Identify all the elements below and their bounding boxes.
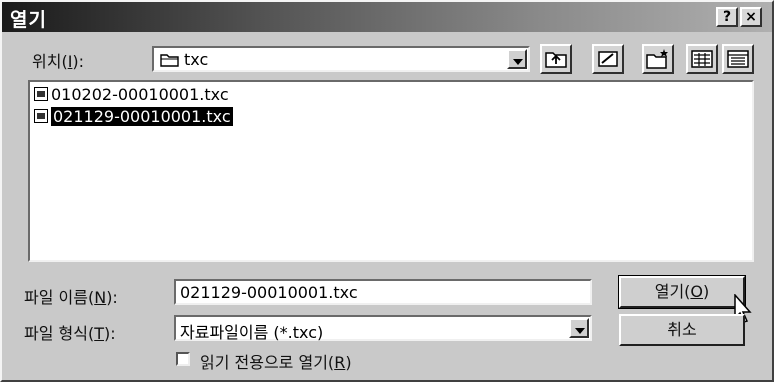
desktop-icon xyxy=(598,51,618,67)
location-value: txc xyxy=(184,50,209,69)
details-view-icon xyxy=(727,50,749,68)
file-item[interactable]: 010202-00010001.txc xyxy=(34,84,229,104)
up-folder-icon xyxy=(545,52,567,68)
new-folder-button[interactable] xyxy=(642,44,674,74)
location-combo[interactable]: txc xyxy=(152,46,530,72)
location-label: 위치(I): xyxy=(32,52,85,71)
cancel-button[interactable]: 취소 xyxy=(619,314,745,346)
filetype-dropdown-button[interactable] xyxy=(569,318,589,338)
filename-value: 021129-00010001.txc xyxy=(180,283,358,302)
filename-label: 파일 이름(N): xyxy=(24,288,118,307)
up-one-level-button[interactable] xyxy=(540,44,572,74)
file-list[interactable]: 010202-00010001.txc 021129-00010001.txc xyxy=(28,80,754,262)
open-dialog: 열기 ? × 위치(I): txc 010202-00010001.txc 02… xyxy=(0,0,774,382)
title-bar[interactable]: 열기 ? × xyxy=(2,2,772,32)
readonly-checkbox[interactable] xyxy=(176,352,190,366)
list-view-button[interactable] xyxy=(686,44,718,74)
help-button[interactable]: ? xyxy=(716,7,738,27)
desktop-button[interactable] xyxy=(592,44,624,74)
new-folder-icon xyxy=(646,49,668,69)
close-button[interactable]: × xyxy=(740,7,762,27)
details-view-button[interactable] xyxy=(722,44,754,74)
location-dropdown-button[interactable] xyxy=(507,49,527,69)
filetype-value: 자료파일이름 (*.txc) xyxy=(180,323,324,342)
file-icon xyxy=(34,109,48,123)
dialog-title: 열기 xyxy=(10,9,47,31)
file-name: 010202-00010001.txc xyxy=(51,84,229,104)
file-item-selected[interactable]: 021129-00010001.txc xyxy=(34,106,233,126)
readonly-label[interactable]: 읽기 전용으로 열기(R) xyxy=(200,349,352,373)
filetype-label: 파일 형식(T): xyxy=(24,324,116,343)
file-icon xyxy=(34,87,48,101)
filetype-combo[interactable]: 자료파일이름 (*.txc) xyxy=(174,315,592,342)
file-name: 021129-00010001.txc xyxy=(51,106,233,126)
folder-icon xyxy=(160,54,179,67)
filename-input[interactable]: 021129-00010001.txc xyxy=(174,279,592,305)
list-view-icon xyxy=(691,50,713,68)
open-button[interactable]: 열기(O) xyxy=(618,275,746,309)
